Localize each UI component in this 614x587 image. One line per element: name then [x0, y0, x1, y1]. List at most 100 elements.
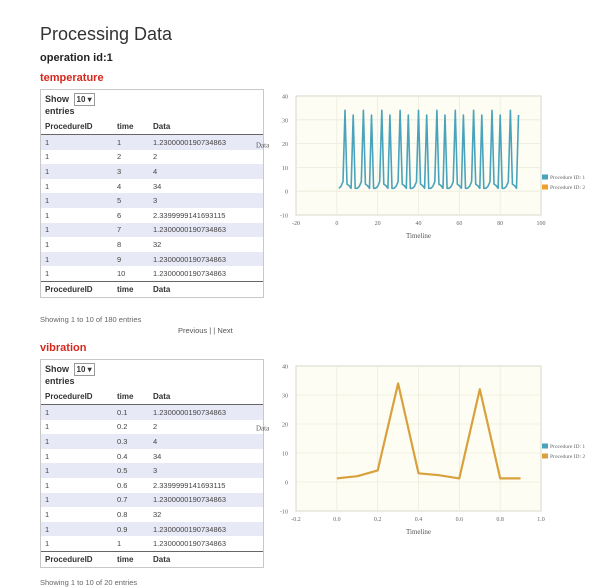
table-info: Showing 1 to 10 of 180 entries: [40, 315, 142, 324]
table-row: 153: [41, 193, 263, 208]
y-tick-label: -10: [280, 510, 288, 516]
cell-data: 1.2300000190734863: [149, 404, 263, 420]
footer-data: Data: [149, 280, 263, 297]
cell-data: 3: [149, 463, 263, 478]
section-title-vibration: vibration: [40, 342, 87, 354]
entries-label: entries: [45, 376, 75, 386]
column-header-time[interactable]: time: [113, 389, 149, 405]
cell-data: 2: [149, 149, 263, 165]
table-row: 1 9 1.2300000190734863: [41, 251, 263, 267]
cell-procedureid: 1: [41, 463, 113, 478]
pagination[interactable]: Previous | | Next: [178, 326, 233, 335]
y-axis-label: Data: [256, 425, 270, 433]
cell-procedureid: 1: [41, 207, 113, 223]
cell-data: 32: [149, 237, 263, 252]
cell-procedureid: 1: [41, 477, 113, 493]
x-tick-label: 0.8: [496, 517, 504, 523]
temperature-chart: -10 0 10 20 30 40 -20 0 20 40 60 80 100 Data Timeline P…: [256, 95, 585, 241]
column-header-procedureid[interactable]: ProcedureID: [41, 389, 113, 405]
cell-data: 1.2300000190734863: [149, 251, 263, 267]
vibration-table-container: Show 10 ▾ entries ProcedureID time Data …: [40, 359, 264, 568]
column-header-time[interactable]: time: [113, 119, 149, 135]
cell-time: 10: [113, 266, 149, 282]
page-length-control: Show 10 ▾ entries: [41, 360, 263, 389]
section-title-temperature: temperature: [40, 72, 104, 84]
cell-data: 1.2300000190734863: [149, 222, 263, 238]
y-tick-label: 10: [282, 452, 288, 458]
table-row: 1 8 32: [41, 237, 263, 252]
x-axis-label: Timeline: [406, 528, 431, 536]
cell-data: 1.2300000190734863: [149, 521, 263, 537]
x-tick-label: 100: [537, 221, 546, 227]
show-label: Show: [45, 364, 69, 374]
cell-procedureid: 1: [41, 149, 113, 165]
table-row: 1 4 34: [41, 178, 263, 194]
y-tick-label: 0: [285, 481, 288, 487]
table-row: 1 7 1.2300000190734863: [41, 222, 263, 238]
footer-time: time: [113, 550, 149, 567]
entries-select-value: 10: [76, 365, 86, 374]
vibration-table: ProcedureID time Data 1 0.1 1.230000019073…: [41, 389, 263, 567]
cell-procedureid: 1: [41, 521, 113, 537]
table-row: 1 1 1.2300000190734863: [41, 536, 263, 552]
table-row: 1 0.1 1.2300000190734863: [41, 404, 263, 420]
cell-time: 9: [113, 251, 149, 267]
table-row: 122: [41, 149, 263, 165]
table-row: 1 6 2.3399999141693115: [41, 207, 263, 223]
table-row: 1 0.7 1.2300000190734863: [41, 492, 263, 508]
legend-swatch: [542, 184, 548, 190]
column-header-data[interactable]: Data: [149, 389, 263, 405]
cell-time: 0.4: [113, 448, 149, 464]
legend-label: Procedure ID: 1: [550, 175, 585, 181]
vibration-table-body: 1 0.1 1.2300000190734863 1 0.2 2 1 0.3 4 1 0.4 34 1 0…: [41, 404, 263, 552]
entries-select[interactable]: 10 ▾: [73, 93, 95, 106]
x-tick-label: 80: [497, 221, 503, 227]
footer-procedureid: ProcedureID: [41, 550, 113, 567]
cell-procedureid: 1: [41, 193, 113, 208]
cell-time: 0.2: [113, 419, 149, 435]
temperature-table-container: Show 10 ▾ entries ProcedureID time Data …: [40, 89, 264, 298]
cell-data: 1.2300000190734863: [149, 266, 263, 282]
cell-time: 0.6: [113, 477, 149, 493]
cell-data: 2.3399999141693115: [149, 477, 263, 493]
cell-time: 7: [113, 222, 149, 238]
table-row: 134: [41, 164, 263, 179]
column-header-procedureid[interactable]: ProcedureID: [41, 119, 113, 135]
cell-procedureid: 1: [41, 507, 113, 522]
x-tick-label: 60: [456, 221, 462, 227]
cell-data: 1.2300000190734863: [149, 536, 263, 552]
table-row: 1 0.5 3: [41, 463, 263, 478]
table-row: 1 10 1.2300000190734863: [41, 266, 263, 282]
table-footer-row: ProcedureID time Data: [41, 280, 263, 297]
legend-label: Procedure ID: 1: [550, 444, 585, 450]
legend-swatch: [542, 174, 548, 180]
cell-time: 0.8: [113, 507, 149, 522]
y-tick-label: 30: [282, 118, 288, 124]
table-header-row: ProcedureID time Data: [41, 119, 263, 135]
cell-time: 1: [113, 134, 149, 150]
temperature-table-body: 1 1 1.2300000190734863 1 2 2 1 3 4 1 4 34 1 5 3 1 6 2.339…: [41, 134, 263, 282]
entries-select-value: 10: [76, 95, 86, 104]
legend-label: Procedure ID: 2: [550, 185, 585, 191]
cell-time: 1: [113, 536, 149, 552]
cell-procedureid: 1: [41, 178, 113, 194]
x-tick-label: 0: [335, 221, 338, 227]
y-tick-label: 30: [282, 394, 288, 400]
x-tick-label: 0.0: [333, 517, 341, 523]
legend-swatch: [542, 453, 548, 459]
cell-procedureid: 1: [41, 266, 113, 282]
page-length-control: Show 10 ▾ entries: [41, 90, 263, 119]
y-tick-label: 10: [282, 166, 288, 172]
y-tick-label: 20: [282, 142, 288, 148]
cell-procedureid: 1: [41, 448, 113, 464]
x-axis-label: Timeline: [406, 232, 431, 240]
entries-select[interactable]: 10 ▾: [73, 363, 95, 376]
cell-time: 4: [113, 178, 149, 194]
table-row: 1 0.2 2: [41, 419, 263, 435]
cell-time: 6: [113, 207, 149, 223]
cell-procedureid: 1: [41, 492, 113, 508]
table-footer-row: ProcedureID time Data: [41, 550, 263, 567]
cell-time: 0.1: [113, 404, 149, 420]
x-tick-label: 1.0: [537, 517, 545, 523]
column-header-data[interactable]: Data: [149, 119, 263, 135]
